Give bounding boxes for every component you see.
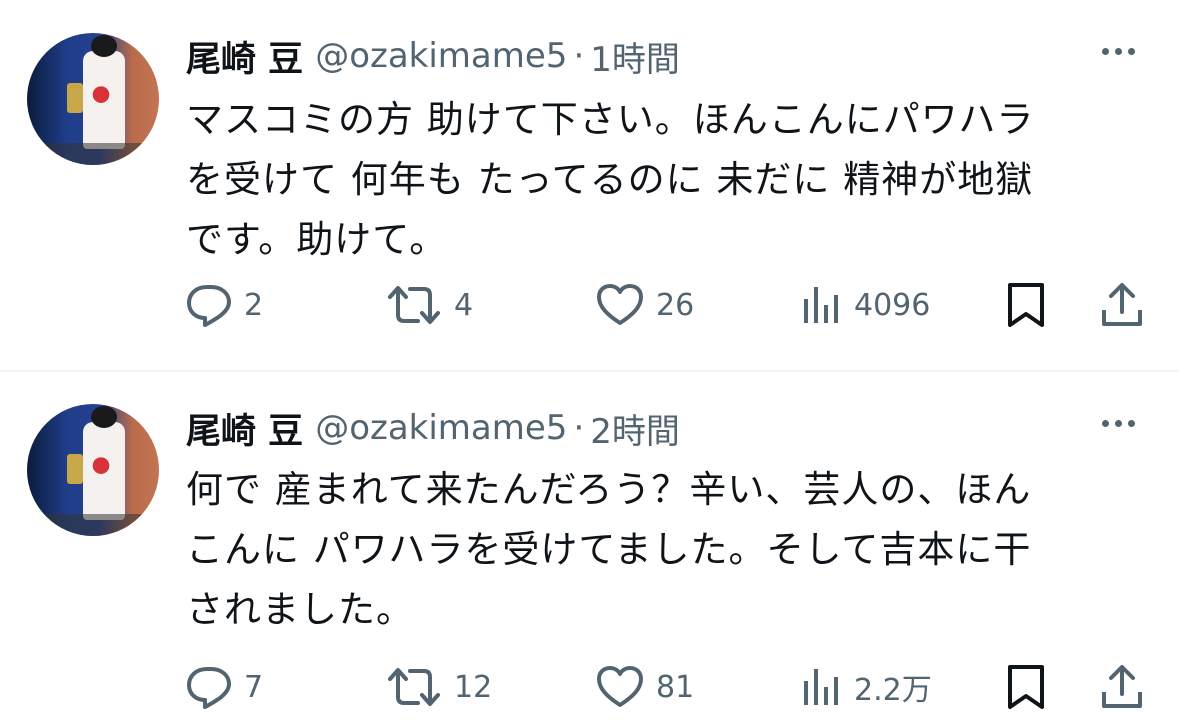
avatar[interactable] <box>27 33 159 165</box>
retweet-button[interactable]: 4 <box>386 280 473 330</box>
tweet-text-line: されました。 <box>186 588 414 631</box>
tweet-text-line: こんに パワハラを受けてました。そして吉本に干 <box>186 528 1032 571</box>
like-count: 26 <box>656 287 695 323</box>
tweet-text: 何で 産まれて来たんだろう？辛い、芸人の、ほん こんに パワハラを受けてました。… <box>186 460 1136 640</box>
like-button[interactable]: 26 <box>596 280 694 330</box>
user-handle[interactable]: @ozakimame5 <box>315 36 567 76</box>
tweet[interactable]: 尾崎 豆 @ozakimame5 · 1時間 マスコミの方 助けて下さい。ほんこ… <box>0 0 1179 370</box>
tweet-header: 尾崎 豆 @ozakimame5 · 1時間 <box>186 32 680 80</box>
reply-button[interactable]: 7 <box>186 662 263 712</box>
share-button[interactable] <box>1100 280 1144 330</box>
tweet-text-line: マスコミの方 助けて下さい。ほんこんにパワハラ <box>186 98 1035 141</box>
reply-count: 7 <box>244 669 264 705</box>
action-bar: 2 4 26 4096 <box>186 280 1146 330</box>
views-chart-icon <box>804 287 838 323</box>
more-options-icon[interactable] <box>1102 420 1135 427</box>
user-handle[interactable]: @ozakimame5 <box>315 408 567 448</box>
display-name[interactable]: 尾崎 豆 <box>186 403 303 454</box>
views-button[interactable]: 4096 <box>802 280 930 330</box>
share-icon <box>1102 665 1142 708</box>
avatar[interactable] <box>27 404 159 536</box>
views-chart-icon <box>804 669 838 705</box>
separator-dot: · <box>573 408 585 448</box>
retweet-button[interactable]: 12 <box>386 662 492 712</box>
tweet[interactable]: 尾崎 豆 @ozakimame5 · 2時間 何で 産まれて来たんだろう？辛い、… <box>0 372 1179 724</box>
heart-icon <box>597 284 643 325</box>
more-options-icon[interactable] <box>1102 48 1135 55</box>
retweet-icon <box>388 286 440 324</box>
display-name[interactable]: 尾崎 豆 <box>186 31 303 82</box>
views-button[interactable]: 2.2万 <box>802 662 932 712</box>
reply-icon <box>187 667 231 709</box>
bookmark-button[interactable] <box>1006 662 1046 712</box>
view-count: 4096 <box>854 287 931 323</box>
tweet-text: マスコミの方 助けて下さい。ほんこんにパワハラ を受けて 何年も たってるのに … <box>186 90 1136 270</box>
tweet-text-line: 何で 産まれて来たんだろう？辛い、芸人の、ほん <box>186 468 1032 511</box>
tweet-header: 尾崎 豆 @ozakimame5 · 2時間 <box>186 404 680 452</box>
share-icon <box>1102 283 1142 326</box>
like-button[interactable]: 81 <box>596 662 694 712</box>
retweet-count: 4 <box>454 287 474 323</box>
share-button[interactable] <box>1100 662 1144 712</box>
heart-icon <box>597 666 643 707</box>
like-count: 81 <box>656 669 695 705</box>
bookmark-icon <box>1008 665 1044 709</box>
action-bar: 7 12 81 2.2万 <box>186 662 1146 712</box>
tweet-text-line: です。助けて。 <box>186 218 448 261</box>
tweet-text-line: を受けて 何年も たってるのに 未だに 精神が地獄 <box>186 158 1034 201</box>
timestamp[interactable]: 2時間 <box>590 404 680 453</box>
retweet-count: 12 <box>454 669 493 705</box>
bookmark-button[interactable] <box>1006 280 1046 330</box>
bookmark-icon <box>1008 283 1044 327</box>
timestamp[interactable]: 1時間 <box>590 32 680 81</box>
separator-dot: · <box>573 36 585 76</box>
reply-icon <box>187 285 231 327</box>
retweet-icon <box>388 668 440 706</box>
reply-button[interactable]: 2 <box>186 280 263 330</box>
view-count: 2.2万 <box>854 673 932 708</box>
reply-count: 2 <box>244 287 264 323</box>
